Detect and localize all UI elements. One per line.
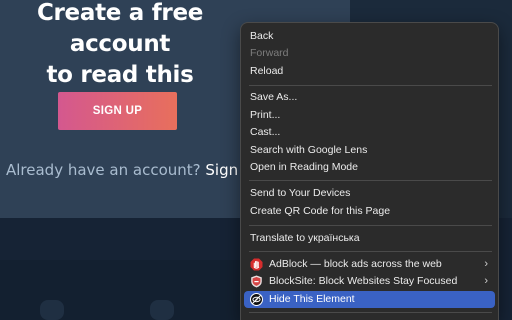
menu-item-cast[interactable]: Cast... [244,124,495,141]
already-label: Already have an account? [6,161,201,179]
context-menu: Back Forward Reload Save As... Print... … [240,22,499,320]
menu-item-reading-mode[interactable]: Open in Reading Mode [244,159,495,176]
adblock-label: AdBlock — block ads across the web [269,258,442,270]
menu-separator [249,180,492,181]
menu-item-forward: Forward [250,47,289,59]
already-have-account-text: Already have an account? Sign in. [6,161,261,179]
blocksite-label: BlockSite: Block Websites Stay Focused [269,275,458,287]
menu-item-back[interactable]: Back [244,28,495,45]
blocksite-shield-icon [250,275,263,288]
eye-slash-icon [250,293,263,306]
menu-separator [249,225,492,226]
menu-item-hide-element[interactable]: Hide This Element [244,291,495,308]
menu-item-print[interactable]: Print... [244,107,495,124]
menu-item-translate[interactable]: Translate to українська [244,230,495,247]
hide-element-label: Hide This Element [269,293,355,305]
menu-separator [249,312,492,313]
page-lower-panel [0,260,240,320]
menu-separator [249,85,492,86]
sign-up-button[interactable]: SIGN UP [58,92,177,130]
page-decoration [40,300,64,320]
headline-line-1: Create a free account [36,0,204,57]
menu-item-qr-code[interactable]: Create QR Code for this Page [244,203,495,220]
chevron-right-icon: › [484,258,488,270]
menu-separator [249,251,492,252]
menu-item-adblock[interactable]: AdBlock — block ads across the web › [244,256,495,273]
menu-item-reload[interactable]: Reload [244,63,495,80]
chevron-right-icon: › [484,275,488,287]
menu-item-blocksite[interactable]: BlockSite: Block Websites Stay Focused › [244,273,495,290]
page-decoration [150,300,174,320]
menu-item-save-as[interactable]: Save As... [244,89,495,106]
adblock-hand-icon [250,258,263,271]
menu-item-send-devices[interactable]: Send to Your Devices [244,185,495,202]
menu-item-google-lens[interactable]: Search with Google Lens [244,142,495,159]
